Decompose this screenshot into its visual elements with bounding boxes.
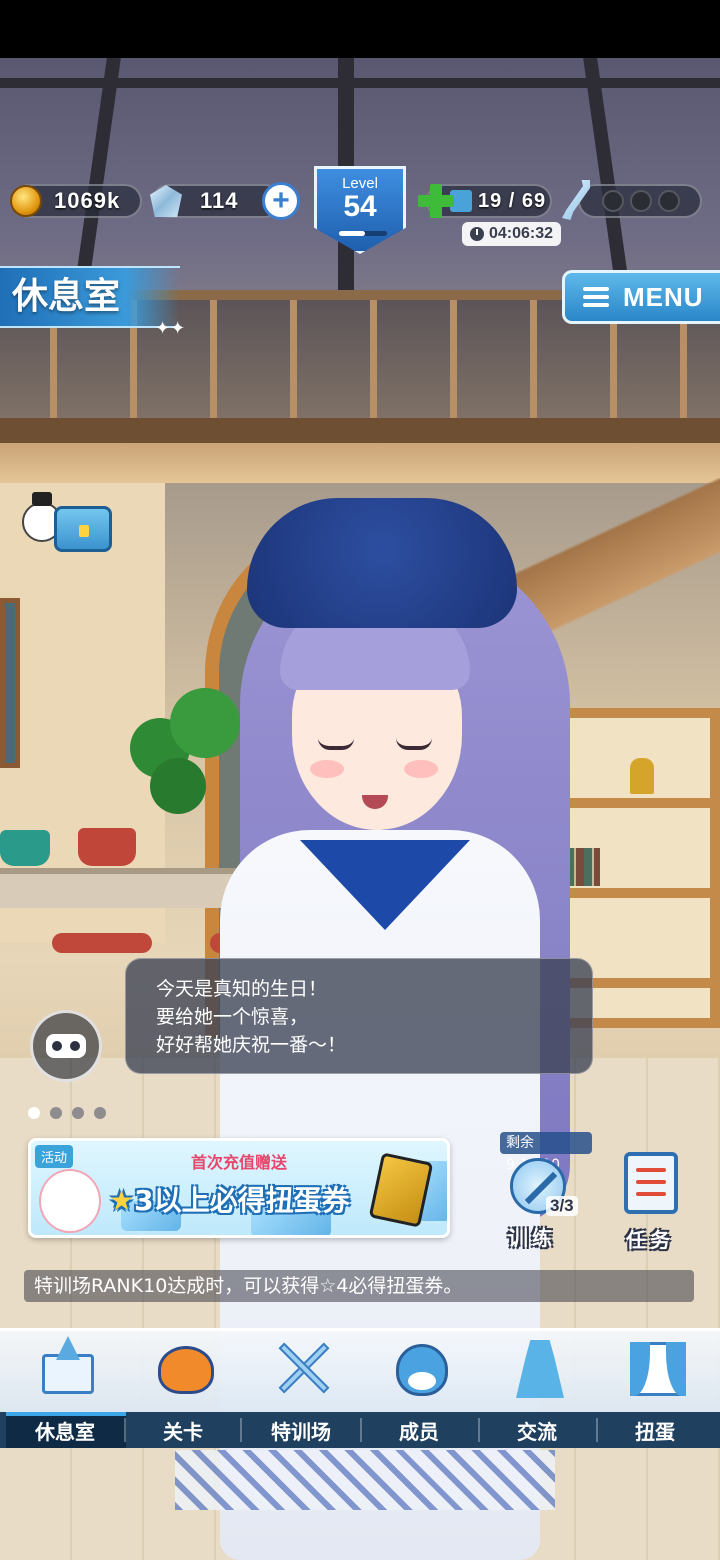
bar-stool: [52, 933, 152, 953]
nav-label: 关卡: [163, 1420, 203, 1444]
level-progress-fill: [339, 231, 366, 236]
coin-counter[interactable]: 1069k: [10, 184, 142, 218]
top-hat-icon: [32, 492, 52, 506]
nav-label: 扭蛋: [635, 1420, 675, 1444]
nav-tab-gacha[interactable]: 扭蛋: [596, 1328, 714, 1448]
pot: [0, 830, 50, 866]
tasks-label: 任务: [626, 1228, 674, 1252]
event-banner[interactable]: 活动 首次充值赠送 ★3以上必得扭蛋券: [28, 1138, 450, 1238]
cat-face-icon: [390, 1336, 454, 1400]
character-beret: [247, 498, 517, 628]
dome-beam: [73, 58, 121, 298]
mouse-mascot-icon: [39, 1169, 101, 1233]
character-blush: [310, 760, 344, 778]
skill-slot: [658, 190, 680, 212]
dress-icon: [508, 1336, 572, 1400]
training-remaining: 剩余9:16:10: [500, 1132, 592, 1173]
banner-subtitle: 首次充值赠送: [191, 1153, 288, 1172]
skill-slot: [602, 190, 624, 212]
stamina-plus-icon: [418, 184, 454, 218]
dome-beam: [0, 78, 720, 88]
speech-line: 今天是真知的生日！: [156, 978, 328, 1000]
speech-bubble[interactable]: 今天是真知的生日！ 要给她一个惊喜， 好好帮她庆祝一番～！: [125, 958, 593, 1074]
stamina-amount: 19 / 69: [478, 189, 547, 212]
character-skirt: [175, 1450, 555, 1510]
level-value: 54: [343, 190, 377, 223]
page-title: 休息室: [0, 266, 180, 328]
nav-tab-exchange[interactable]: 交流: [478, 1328, 596, 1448]
coin-amount: 1069k: [54, 188, 121, 213]
clipboard-icon: [624, 1152, 678, 1214]
nav-label: 交流: [517, 1420, 557, 1444]
pager-dot[interactable]: [50, 1107, 62, 1119]
trophy: [630, 758, 654, 794]
gem-icon: [150, 185, 182, 217]
nav-label: 成员: [399, 1420, 439, 1444]
pager-dot[interactable]: [94, 1107, 106, 1119]
add-gems-button[interactable]: +: [262, 182, 300, 220]
menu-label: MENU: [623, 281, 704, 312]
present-chest-button[interactable]: [20, 492, 112, 564]
clock-icon: [470, 227, 484, 241]
window: [0, 598, 20, 768]
sparkle-icon: ✦✦: [155, 318, 186, 339]
crossed-swords-icon: [272, 1336, 336, 1400]
banner-headline: ★3以上必得扭蛋券: [109, 1179, 350, 1219]
kitchen-counter: [0, 868, 240, 908]
nav-tab-members[interactable]: 成员: [360, 1328, 478, 1448]
gem-amount: 114: [200, 188, 239, 213]
star-icon: ★: [109, 1184, 135, 1217]
pager-dot[interactable]: [72, 1107, 84, 1119]
speech-line: 要给她一个惊喜，: [156, 1006, 309, 1028]
coin-icon: [10, 185, 42, 217]
level-progress-bar: [339, 231, 387, 236]
menu-button[interactable]: MENU: [562, 270, 720, 324]
lounge-building-icon: [36, 1336, 100, 1400]
nav-label: 休息室: [35, 1420, 95, 1444]
demon-mask-icon: [154, 1336, 218, 1400]
event-tag: 活动: [35, 1145, 74, 1168]
banner-pager: [28, 1107, 106, 1119]
vr-mode-button[interactable]: [30, 1010, 102, 1082]
skill-slots[interactable]: [578, 184, 702, 218]
hamburger-icon: [583, 287, 609, 307]
skill-slot: [630, 190, 652, 212]
curtain-stage-icon: [626, 1336, 690, 1400]
news-ticker[interactable]: 特训场RANK10达成时，可以获得☆4必得扭蛋券。: [24, 1270, 694, 1302]
vr-goggles-icon: [46, 1034, 86, 1058]
stamina-timer: 04:06:32: [462, 222, 562, 246]
banner-headline-text: 3以上必得扭蛋券: [134, 1184, 350, 1217]
nav-tab-special-training[interactable]: 特训场: [242, 1328, 360, 1448]
character-blush: [404, 760, 438, 778]
treasure-chest-icon: [54, 506, 112, 552]
speech-line: 好好帮她庆祝一番～！: [156, 1034, 347, 1056]
stamina-timer-text: 04:06:32: [489, 225, 554, 242]
pager-dot[interactable]: [28, 1107, 40, 1119]
training-count: 3/3: [546, 1196, 578, 1216]
training-label: 训练: [508, 1226, 556, 1250]
training-button[interactable]: 剩余9:16:10 3/3 训练: [500, 1132, 592, 1252]
nav-label: 特训场: [271, 1420, 331, 1444]
pot: [78, 828, 136, 866]
tasks-button[interactable]: 任务: [620, 1150, 688, 1252]
dome-beam: [583, 58, 631, 298]
nav-tab-stages[interactable]: 关卡: [124, 1328, 242, 1448]
nav-tab-lounge[interactable]: 休息室: [6, 1328, 124, 1448]
